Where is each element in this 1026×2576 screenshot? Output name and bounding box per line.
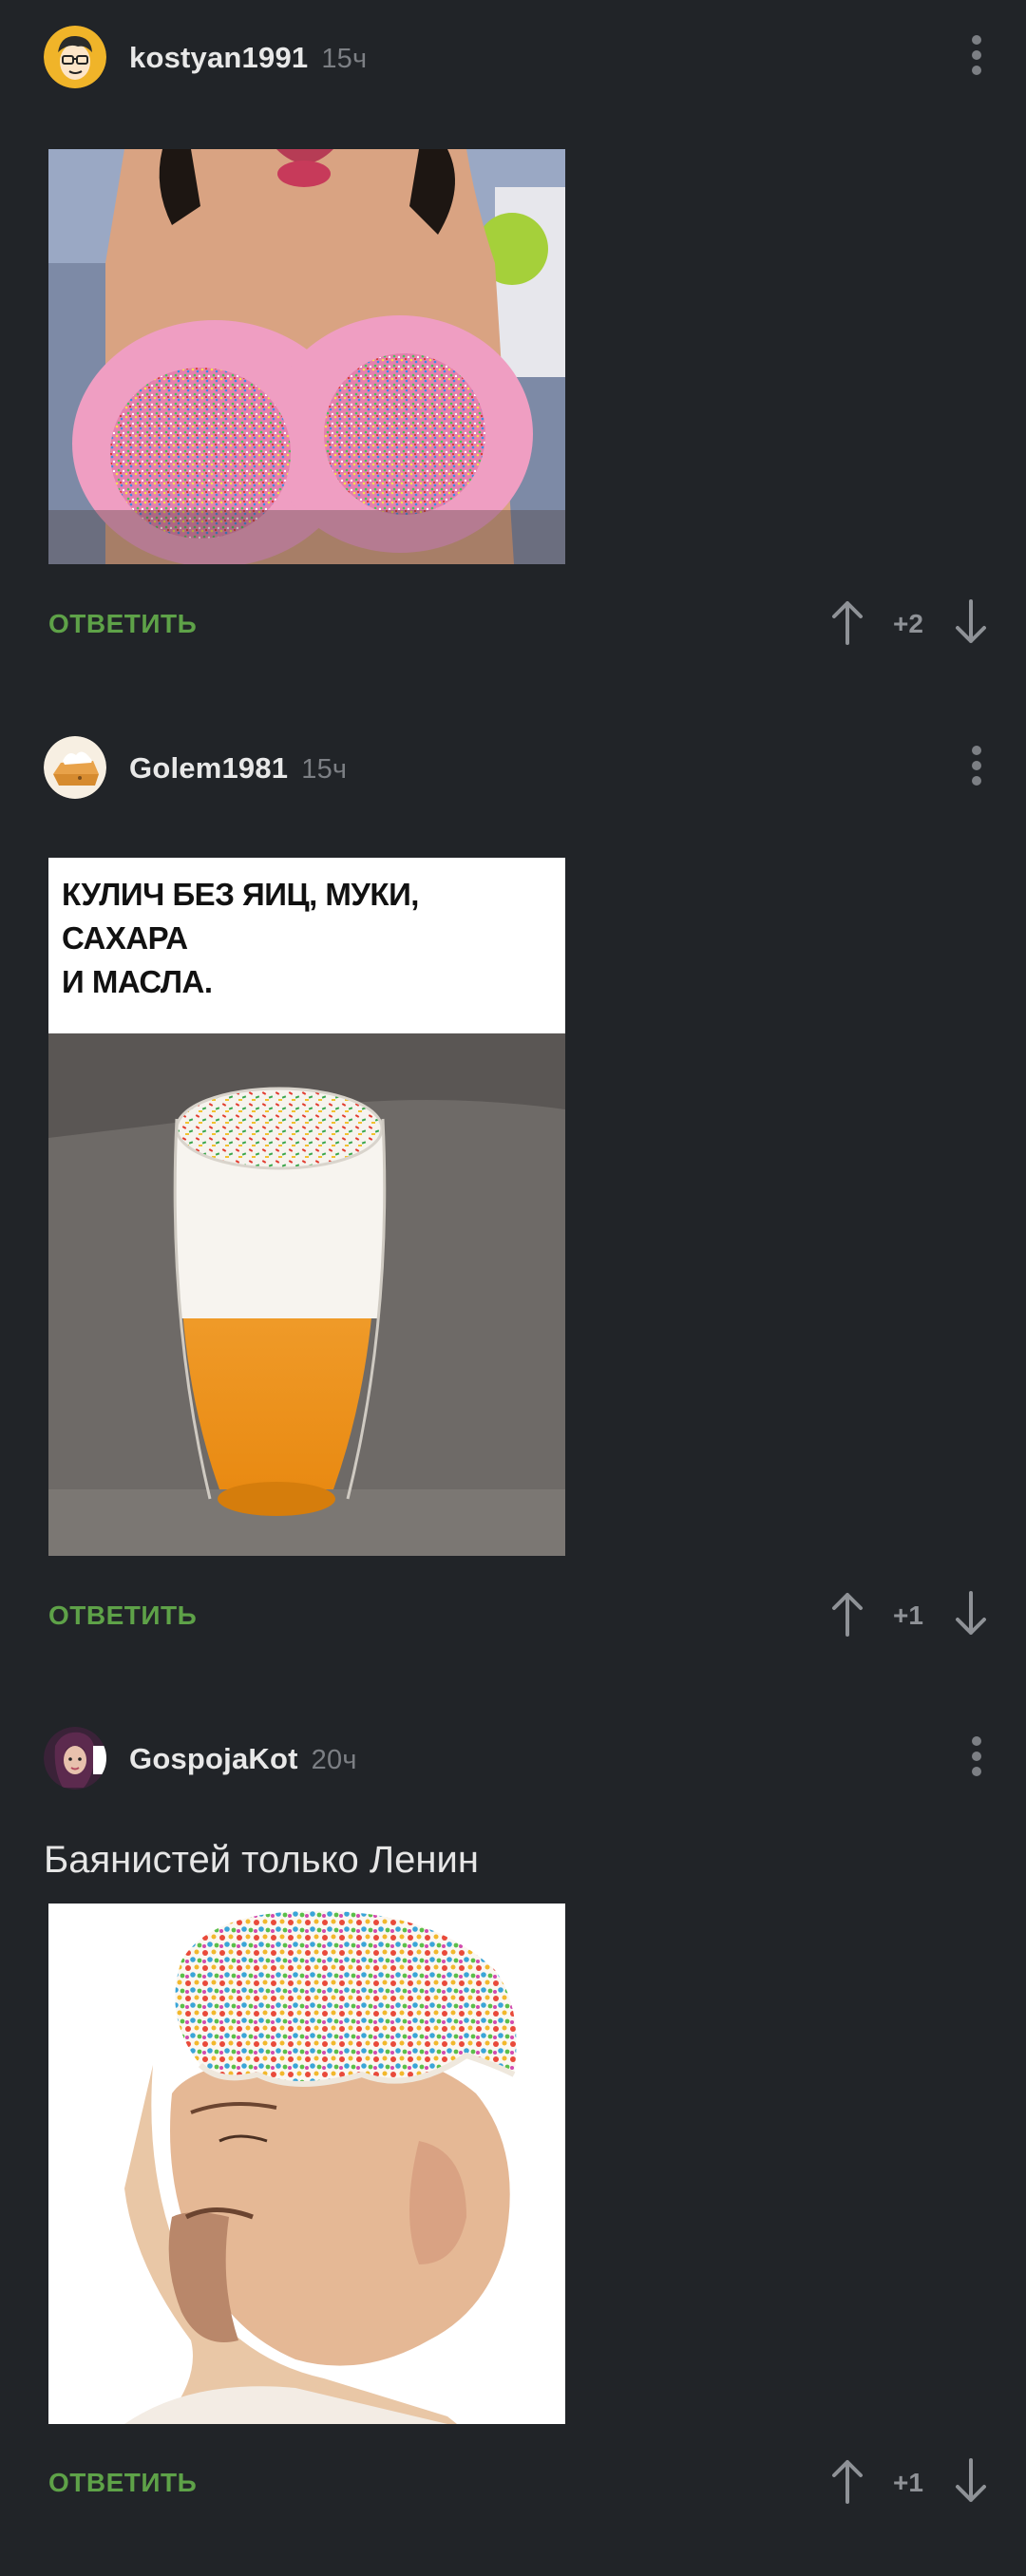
- rating-score: +1: [893, 2468, 923, 2497]
- caption-line: КУЛИЧ БЕЗ ЯИЦ, МУКИ, САХАРА: [62, 877, 419, 956]
- drawing-lenin-kulich-image: [48, 1904, 565, 2424]
- reply-button[interactable]: ОТВЕТИТЬ: [48, 609, 197, 639]
- timestamp: 15ч: [301, 754, 348, 785]
- more-vertical-icon[interactable]: [967, 1736, 986, 1780]
- rating-score: +2: [893, 609, 923, 638]
- username-text[interactable]: kostyan1991: [129, 41, 308, 74]
- arrow-down-icon[interactable]: [952, 599, 990, 645]
- avatar[interactable]: [44, 1727, 106, 1790]
- comment-header: kostyan1991 15ч: [44, 26, 994, 88]
- reply-button[interactable]: ОТВЕТИТЬ: [48, 2468, 197, 2498]
- username[interactable]: GospojaKot 20ч: [129, 1742, 357, 1776]
- caption-line: И МАСЛА.: [62, 964, 213, 999]
- comment-image[interactable]: [48, 149, 565, 564]
- username-text[interactable]: Golem1981: [129, 751, 288, 785]
- timestamp: 20ч: [311, 1745, 357, 1775]
- rating-score: +1: [893, 1601, 923, 1630]
- image-caption: КУЛИЧ БЕЗ ЯИЦ, МУКИ, САХАРА И МАСЛА. НЕ …: [48, 858, 565, 1064]
- reply-button[interactable]: ОТВЕТИТЬ: [48, 1601, 197, 1631]
- comment-header: Golem1981 15ч: [44, 736, 994, 799]
- more-vertical-icon[interactable]: [967, 35, 986, 79]
- meme-beer-kulich-image: [48, 1033, 565, 1556]
- username[interactable]: kostyan1991 15ч: [129, 41, 367, 75]
- avatar[interactable]: [44, 736, 106, 799]
- arrow-up-icon[interactable]: [828, 1591, 866, 1637]
- photo-pink-frosted-sprinkles-image: [48, 149, 565, 564]
- comment-actions: ОТВЕТИТЬ +1: [0, 2454, 1026, 2511]
- arrow-up-icon[interactable]: [828, 2458, 866, 2504]
- username-text[interactable]: GospojaKot: [129, 1742, 298, 1775]
- arrow-up-icon[interactable]: [828, 599, 866, 645]
- comment-image[interactable]: [48, 1904, 565, 2424]
- arrow-down-icon[interactable]: [952, 1591, 990, 1637]
- username[interactable]: Golem1981 15ч: [129, 751, 347, 786]
- comment-actions: ОТВЕТИТЬ +2: [0, 596, 1026, 653]
- arrow-down-icon[interactable]: [952, 2458, 990, 2504]
- more-vertical-icon[interactable]: [967, 746, 986, 789]
- comment-actions: ОТВЕТИТЬ +1: [0, 1587, 1026, 1644]
- avatar[interactable]: [44, 26, 106, 88]
- comment-image[interactable]: КУЛИЧ БЕЗ ЯИЦ, МУКИ, САХАРА И МАСЛА. НЕ …: [48, 858, 565, 1556]
- timestamp: 15ч: [321, 44, 368, 74]
- comment-text: Баянистей только Ленин: [44, 1839, 479, 1881]
- comment-header: GospojaKot 20ч: [44, 1727, 994, 1790]
